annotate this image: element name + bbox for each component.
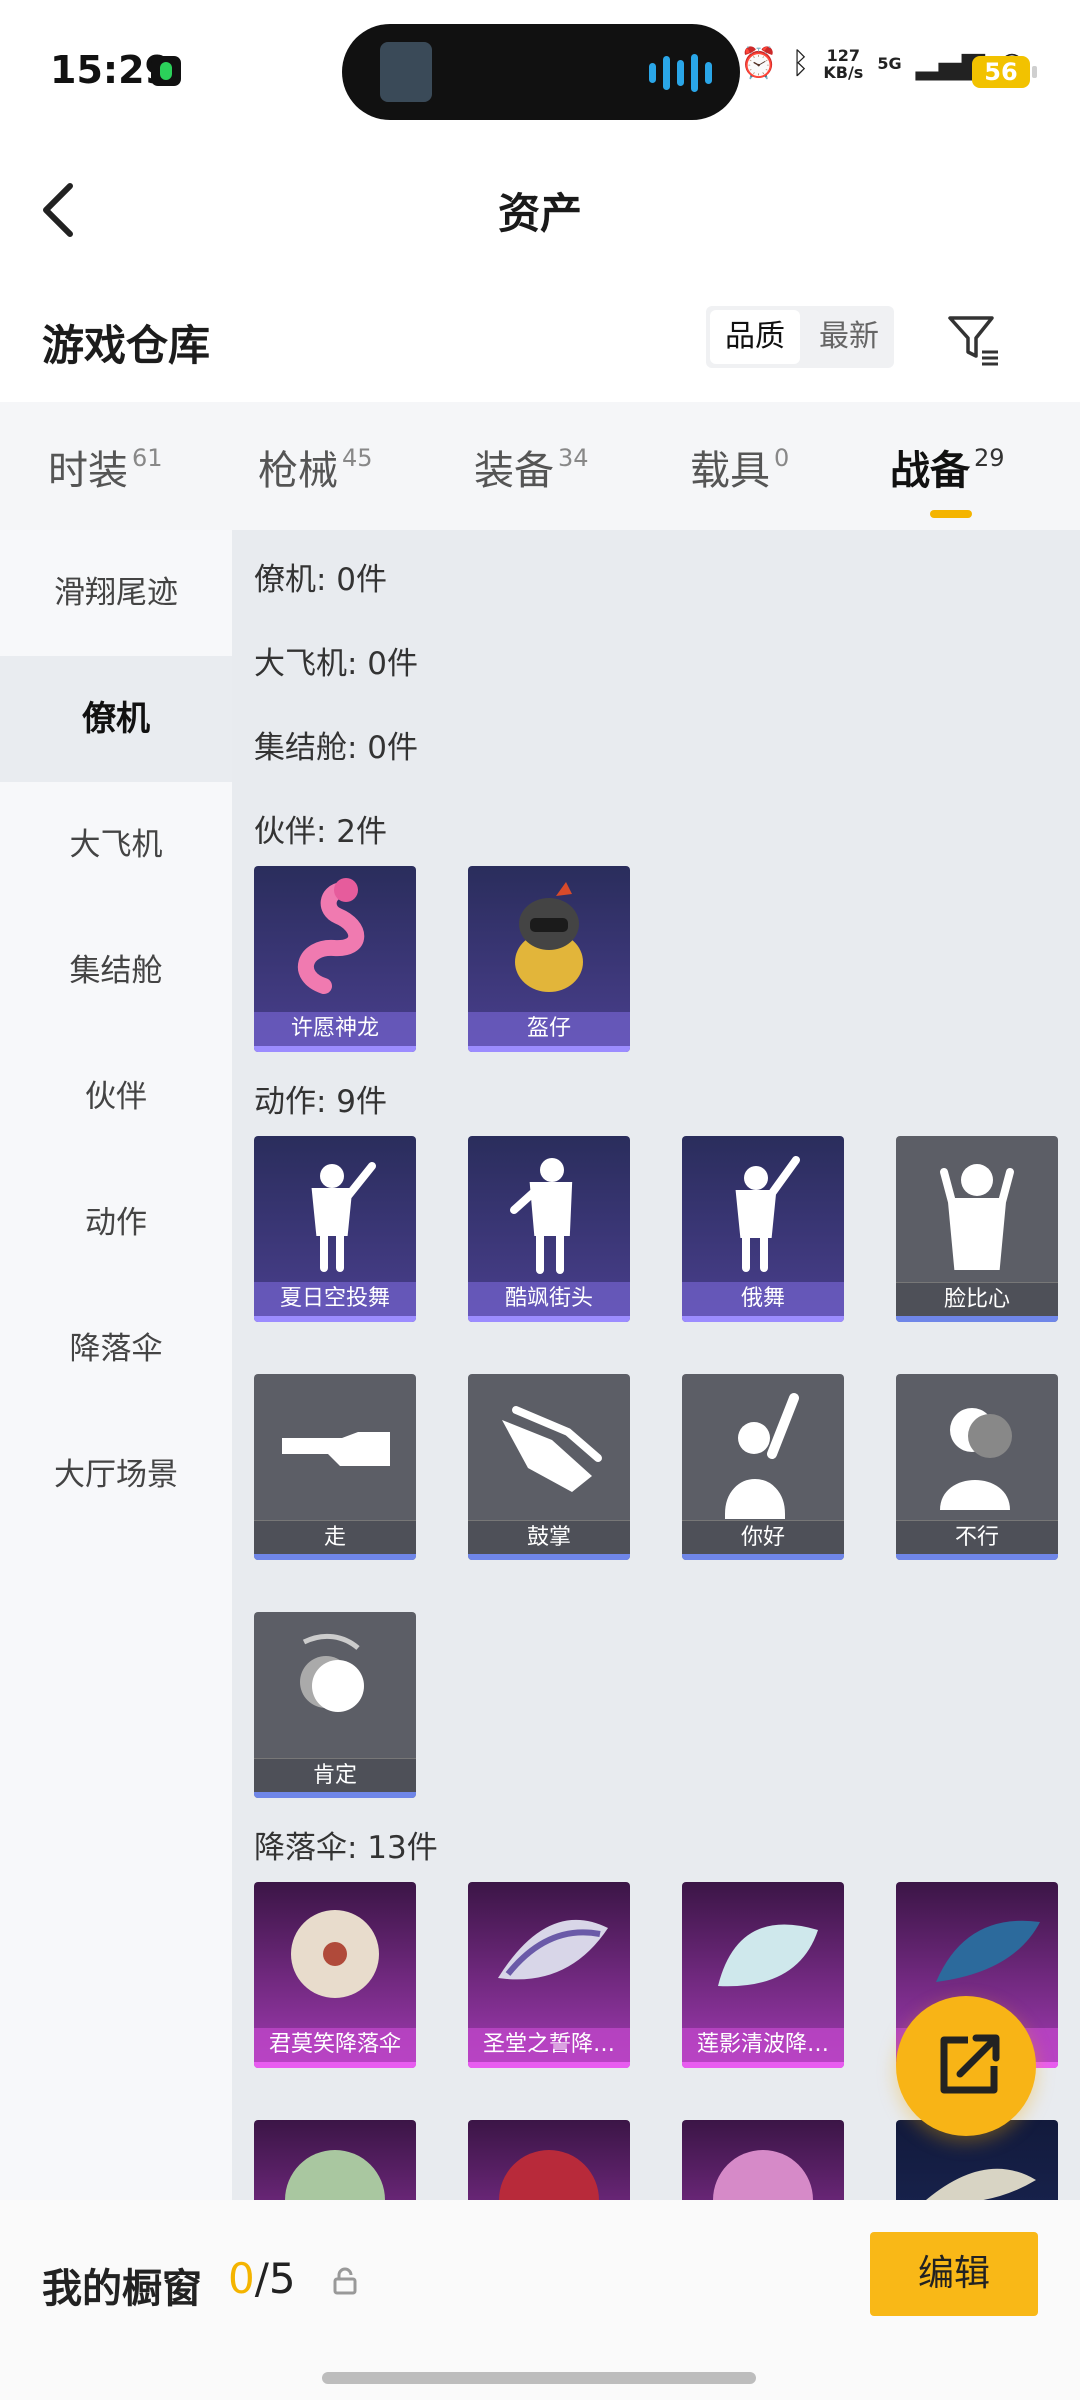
sort-toggle: 品质 最新 bbox=[706, 306, 894, 368]
item-label: 盔仔 bbox=[468, 1012, 630, 1046]
network-type: 5G bbox=[877, 54, 902, 73]
section-title-partner: 伙伴: 2件 bbox=[254, 814, 388, 850]
item-label: 君莫笑降落伞 bbox=[254, 2028, 416, 2062]
tab-guns[interactable]: 枪械 45 bbox=[258, 438, 373, 496]
section-title-wingman: 僚机: 0件 bbox=[254, 562, 388, 598]
waving-person-icon bbox=[724, 1393, 799, 1519]
parachute-icon bbox=[285, 2150, 385, 2200]
item-card[interactable]: 莲影清波降… bbox=[682, 1882, 844, 2068]
showcase-count: 0/5 bbox=[228, 2254, 296, 2303]
section-title-plane: 大飞机: 0件 bbox=[254, 646, 419, 682]
filter-icon[interactable] bbox=[946, 312, 1000, 366]
tab-vehicles[interactable]: 载具 0 bbox=[690, 438, 789, 496]
parachute-icon bbox=[499, 2150, 599, 2200]
item-label: 酷飒街头 bbox=[468, 1282, 630, 1316]
sidebar-item-big-plane[interactable]: 大飞机 bbox=[0, 782, 232, 908]
bluetooth-icon: ᛒ bbox=[791, 46, 810, 81]
pointing-hand-icon bbox=[282, 1432, 390, 1466]
item-label: 肯定 bbox=[254, 1758, 416, 1793]
sidebar-item-capsule[interactable]: 集结舱 bbox=[0, 908, 232, 1034]
home-indicator[interactable] bbox=[322, 2372, 756, 2384]
item-card[interactable]: 君莫笑降落伞 bbox=[254, 1882, 416, 2068]
item-card[interactable] bbox=[468, 2120, 630, 2200]
item-card[interactable]: 圣堂之誓降… bbox=[468, 1882, 630, 2068]
sidebar: 滑翔尾迹 僚机 大飞机 集结舱 伙伴 动作 降落伞 大厅场景 bbox=[0, 530, 232, 2200]
item-card[interactable]: 酷飒街头 bbox=[468, 1136, 630, 1322]
share-icon bbox=[940, 2034, 1000, 2094]
showcase-label: 我的橱窗 bbox=[42, 2266, 202, 2312]
sidebar-item-wingman[interactable]: 僚机 bbox=[0, 656, 232, 782]
heart-hands-icon bbox=[940, 1164, 1014, 1270]
status-bar: 15:29 ⏰ ᛒ 127 KB/s 5G ▂▄▆ ◠ 56 bbox=[0, 0, 1080, 140]
sidebar-item-parachute[interactable]: 降落伞 bbox=[0, 1286, 232, 1412]
active-tab-indicator bbox=[930, 510, 972, 518]
tab-fashion[interactable]: 时装 61 bbox=[48, 438, 163, 496]
item-label: 莲影清波降… bbox=[682, 2028, 844, 2062]
sidebar-item-partner[interactable]: 伙伴 bbox=[0, 1034, 232, 1160]
section-title-capsule: 集结舱: 0件 bbox=[254, 730, 419, 766]
item-card[interactable] bbox=[254, 2120, 416, 2200]
item-card[interactable]: 盔仔 bbox=[468, 866, 630, 1052]
item-card[interactable]: 不行 bbox=[896, 1374, 1058, 1560]
nodding-head-icon bbox=[300, 1633, 364, 1712]
dance-pose-icon bbox=[510, 1158, 573, 1274]
item-label: 你好 bbox=[682, 1520, 844, 1555]
audio-wave-icon bbox=[649, 54, 712, 92]
section-title-emote: 动作: 9件 bbox=[254, 1084, 388, 1120]
item-card[interactable] bbox=[682, 2120, 844, 2200]
item-label: 许愿神龙 bbox=[254, 1012, 416, 1046]
dance-pose-icon bbox=[735, 1156, 800, 1272]
battery-icon: 56 bbox=[972, 56, 1037, 88]
item-label: 圣堂之誓降… bbox=[468, 2028, 630, 2062]
sidebar-item-lobby-scene[interactable]: 大厅场景 bbox=[0, 1412, 232, 1538]
sidebar-item-emote[interactable]: 动作 bbox=[0, 1160, 232, 1286]
media-thumbnail-icon bbox=[380, 42, 432, 102]
page-title: 资产 bbox=[497, 189, 582, 238]
item-label: 不行 bbox=[896, 1520, 1058, 1555]
item-card[interactable]: 你好 bbox=[682, 1374, 844, 1560]
item-card[interactable]: 许愿神龙 bbox=[254, 866, 416, 1052]
helmet-chick-icon bbox=[515, 882, 583, 992]
item-card[interactable]: 脸比心 bbox=[896, 1136, 1058, 1322]
item-card[interactable]: 俄舞 bbox=[682, 1136, 844, 1322]
item-card[interactable]: 夏日空投舞 bbox=[254, 1136, 416, 1322]
category-tabs: 时装 61 枪械 45 装备 34 载具 0 战备 29 bbox=[0, 402, 1080, 530]
nav-header: 资产 bbox=[0, 140, 1080, 300]
dynamic-island[interactable] bbox=[342, 24, 740, 120]
item-label: 鼓掌 bbox=[468, 1520, 630, 1555]
item-card[interactable]: 走 bbox=[254, 1374, 416, 1560]
showcase-bar: 我的橱窗 0/5 编辑 bbox=[0, 2200, 1080, 2400]
item-list: 僚机: 0件 大飞机: 0件 集结舱: 0件 伙伴: 2件 许愿神龙 盔仔 动作… bbox=[232, 530, 1080, 2200]
section-title-parachute: 降落伞: 13件 bbox=[254, 1830, 438, 1866]
share-fab[interactable] bbox=[896, 1996, 1036, 2136]
parachute-icon bbox=[291, 1910, 379, 1998]
alarm-icon: ⏰ bbox=[740, 46, 778, 81]
item-card[interactable]: 鼓掌 bbox=[468, 1374, 630, 1560]
item-label: 脸比心 bbox=[896, 1282, 1058, 1317]
clapping-hands-icon bbox=[502, 1406, 602, 1492]
parachute-icon bbox=[718, 1924, 818, 1987]
edit-button[interactable]: 编辑 bbox=[870, 2232, 1038, 2316]
sort-quality[interactable]: 品质 bbox=[710, 310, 800, 364]
sidebar-item-glide-trail[interactable]: 滑翔尾迹 bbox=[0, 530, 232, 656]
tab-combat-prep[interactable]: 战备 29 bbox=[890, 438, 1005, 518]
parachute-icon bbox=[713, 2150, 813, 2200]
parachute-icon bbox=[498, 1919, 608, 1980]
item-label: 俄舞 bbox=[682, 1282, 844, 1316]
item-label: 走 bbox=[254, 1520, 416, 1555]
net-speed: 127 KB/s bbox=[823, 45, 864, 82]
item-label: 夏日空投舞 bbox=[254, 1282, 416, 1316]
dance-pose-icon bbox=[311, 1162, 376, 1272]
head-shake-icon bbox=[940, 1408, 1012, 1510]
sort-newest[interactable]: 最新 bbox=[804, 306, 894, 368]
warehouse-title: 游戏仓库 bbox=[42, 321, 211, 370]
lock-icon bbox=[333, 2267, 357, 2295]
app-notification-icon bbox=[151, 56, 181, 86]
dragon-icon bbox=[297, 878, 365, 994]
tab-equipment[interactable]: 装备 34 bbox=[474, 438, 589, 496]
item-card[interactable]: 肯定 bbox=[254, 1612, 416, 1798]
